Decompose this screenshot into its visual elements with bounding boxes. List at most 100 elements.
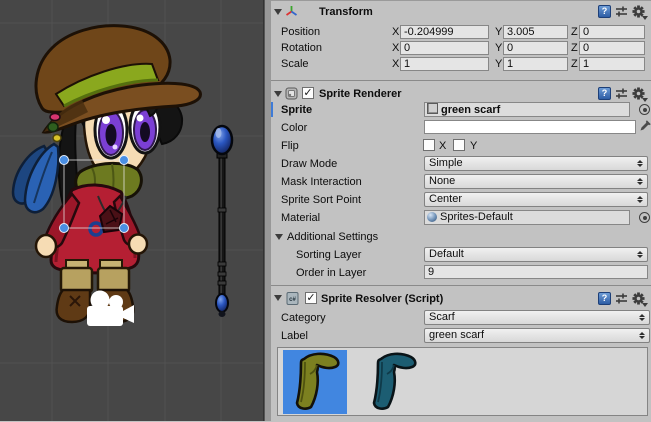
scale-y-field[interactable]: 1 <box>503 57 568 71</box>
position-x-field[interactable]: -0.204999 <box>400 25 489 39</box>
selection-handle[interactable] <box>120 156 129 165</box>
transform-foldout[interactable] <box>274 9 282 15</box>
mask-interaction-dropdown[interactable]: None <box>424 174 648 189</box>
label-value: green scarf <box>429 329 484 341</box>
scene-canvas <box>0 0 263 421</box>
staff-prop[interactable] <box>212 126 232 317</box>
help-icon[interactable]: ? <box>598 5 611 18</box>
rotation-x-field[interactable]: 0 <box>400 41 489 55</box>
draw-mode-value: Simple <box>429 157 463 169</box>
label-dropdown[interactable]: green scarf <box>424 328 650 343</box>
axis-x-label: X <box>392 25 399 39</box>
order-in-layer-label: Order in Layer <box>296 266 366 280</box>
transform-title: Transform <box>319 6 373 18</box>
dropdown-arrow-icon <box>636 196 643 203</box>
mask-interaction-value: None <box>429 175 455 187</box>
axis-z-label: Z <box>571 25 578 39</box>
position-z-field[interactable]: 0 <box>579 25 645 39</box>
scale-label: Scale <box>281 57 309 71</box>
gear-icon[interactable] <box>632 292 647 306</box>
sprite-sort-point-label: Sprite Sort Point <box>281 193 361 207</box>
position-y-field[interactable]: 3.005 <box>503 25 568 39</box>
axis-y-label: Y <box>495 25 502 39</box>
selection-handle[interactable] <box>120 224 129 233</box>
preset-icon[interactable] <box>615 87 628 100</box>
dropdown-arrow-icon <box>636 251 643 258</box>
sprite-thumbnail-blue-scarf[interactable] <box>360 350 424 414</box>
dropdown-arrow-icon <box>638 332 645 339</box>
color-swatch-field[interactable] <box>424 120 636 134</box>
component-separator <box>271 80 651 81</box>
scale-x-field[interactable]: 1 <box>400 57 489 71</box>
flip-label: Flip <box>281 139 299 153</box>
sprite-variant-selector <box>277 347 648 416</box>
axis-y-label: Y <box>495 41 502 55</box>
color-label: Color <box>281 121 307 135</box>
component-separator <box>271 285 651 286</box>
eyedropper-icon[interactable] <box>639 119 651 132</box>
sprite-resolver-enabled-checkbox[interactable]: ✓ <box>305 292 317 304</box>
object-picker-icon[interactable] <box>639 104 650 115</box>
draw-mode-dropdown[interactable]: Simple <box>424 156 648 171</box>
flip-y-label: Y <box>470 139 477 153</box>
transform-icon <box>285 5 298 18</box>
material-sphere-icon <box>427 212 437 222</box>
rotation-z-field[interactable]: 0 <box>579 41 645 55</box>
sprite-object-field[interactable]: green scarf <box>424 102 630 117</box>
gear-icon[interactable] <box>632 5 647 19</box>
rotation-y-field[interactable]: 0 <box>503 41 568 55</box>
category-label: Category <box>281 311 326 325</box>
additional-settings-label: Additional Settings <box>287 230 378 244</box>
axis-y-label: Y <box>495 57 502 71</box>
sprite-thumbnail-green-scarf[interactable] <box>283 350 347 414</box>
axis-x-label: X <box>392 41 399 55</box>
additional-settings-foldout[interactable] <box>275 234 283 240</box>
rotation-label: Rotation <box>281 41 322 55</box>
material-label: Material <box>281 211 320 225</box>
sprite-sort-point-dropdown[interactable]: Center <box>424 192 648 207</box>
label-label: Label <box>281 329 308 343</box>
sorting-layer-value: Default <box>429 248 464 260</box>
flip-x-checkbox[interactable] <box>423 139 435 151</box>
sprite-renderer-icon <box>285 87 298 100</box>
mask-interaction-label: Mask Interaction <box>281 175 362 189</box>
scene-view[interactable] <box>0 0 263 421</box>
gear-icon[interactable] <box>632 87 647 101</box>
flip-y-checkbox[interactable] <box>453 139 465 151</box>
material-object-field[interactable]: Sprites-Default <box>424 210 630 225</box>
axis-z-label: Z <box>571 57 578 71</box>
blue-scarf-thumb-icon <box>360 350 424 414</box>
sprite-label: Sprite <box>281 103 312 117</box>
sprite-mini-icon <box>427 103 438 114</box>
sprite-renderer-foldout[interactable] <box>274 91 282 97</box>
sprite-value: green scarf <box>441 104 500 116</box>
sprite-renderer-enabled-checkbox[interactable]: ✓ <box>302 87 314 99</box>
hat-feather <box>13 114 61 213</box>
prefab-override-bar <box>271 102 273 117</box>
preset-icon[interactable] <box>615 292 628 305</box>
draw-mode-label: Draw Mode <box>281 157 337 171</box>
csharp-script-icon: c# <box>286 292 299 305</box>
green-scarf-thumb-icon <box>283 350 347 414</box>
axis-x-label: X <box>392 57 399 71</box>
sorting-layer-dropdown[interactable]: Default <box>424 247 648 262</box>
sprite-sort-point-value: Center <box>429 193 462 205</box>
unity-editor-window: { "scene": { "background_color": "#47474… <box>0 0 651 421</box>
flip-x-label: X <box>439 139 446 153</box>
selection-handle[interactable] <box>60 224 69 233</box>
preset-icon[interactable] <box>615 5 628 18</box>
character-sprite[interactable] <box>13 26 200 322</box>
help-icon[interactable]: ? <box>598 292 611 305</box>
sprite-resolver-title: Sprite Resolver (Script) <box>321 293 443 305</box>
order-in-layer-field[interactable]: 9 <box>424 265 648 279</box>
object-picker-icon[interactable] <box>639 212 650 223</box>
category-dropdown[interactable]: Scarf <box>424 310 650 325</box>
help-icon[interactable]: ? <box>598 87 611 100</box>
dropdown-arrow-icon <box>636 160 643 167</box>
category-value: Scarf <box>429 311 455 323</box>
sprite-resolver-foldout[interactable] <box>274 295 282 301</box>
inspector-panel: Transform ? Position X -0.204999 Y 3.005… <box>271 0 651 422</box>
dropdown-arrow-icon <box>636 178 643 185</box>
selection-handle[interactable] <box>60 156 69 165</box>
scale-z-field[interactable]: 1 <box>579 57 645 71</box>
